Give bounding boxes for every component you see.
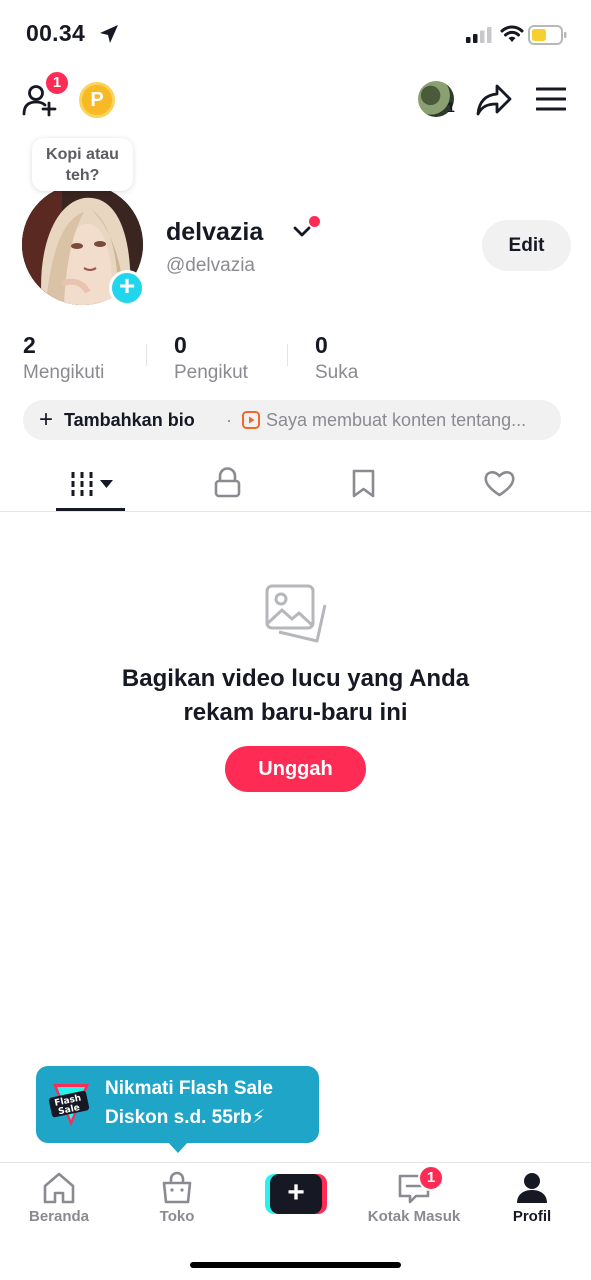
lock-icon	[214, 467, 241, 498]
nav-profile[interactable]: Profil	[473, 1163, 591, 1227]
cellular-signal-icon	[466, 27, 492, 43]
account-count: 1	[447, 99, 455, 115]
nav-label: Toko	[159, 1208, 195, 1225]
location-arrow-icon	[100, 25, 118, 43]
stat-divider	[146, 344, 147, 366]
video-grid-icon	[71, 472, 113, 496]
create-button[interactable]: +	[265, 1174, 327, 1214]
stat-followers[interactable]: 0 Pengikut	[174, 332, 248, 384]
stat-label: Pengikut	[174, 362, 248, 383]
stat-likes[interactable]: 0 Suka	[315, 332, 358, 384]
profile-icon	[517, 1173, 547, 1203]
nav-label: Profil	[512, 1208, 552, 1225]
notification-dot	[309, 216, 320, 227]
bio-suggestion: Saya membuat konten tentang...	[266, 410, 527, 430]
tab-videos[interactable]	[56, 460, 125, 512]
username-handle: @delvazia	[166, 255, 255, 276]
video-play-icon	[242, 411, 260, 429]
status-time: 00.34	[26, 20, 86, 46]
flash-sale-subtitle: Diskon s.d. 55rb⚡	[105, 1107, 266, 1128]
home-indicator	[190, 1262, 401, 1268]
flash-sale-title: Nikmati Flash Sale	[105, 1078, 273, 1099]
stat-following[interactable]: 2 Mengikuti	[23, 332, 104, 384]
heart-icon	[484, 471, 515, 497]
nav-home[interactable]: Beranda	[0, 1163, 118, 1227]
tab-saved[interactable]	[329, 460, 398, 512]
wifi-icon	[500, 25, 524, 42]
upload-button[interactable]: Unggah	[225, 746, 366, 792]
tab-liked[interactable]	[465, 460, 534, 512]
friend-request-badge: 1	[44, 70, 70, 96]
bio-separator: ·	[226, 410, 232, 430]
active-tab-indicator	[56, 508, 125, 511]
banner-pointer	[167, 1141, 189, 1153]
flash-sale-icon: Flash Sale	[48, 1084, 90, 1126]
menu-icon[interactable]	[536, 87, 566, 111]
stat-divider	[287, 344, 288, 366]
status-bar: 00.34	[0, 0, 591, 66]
display-name: delvazia	[166, 218, 264, 246]
share-icon[interactable]	[475, 83, 513, 117]
empty-line-1: Bagikan video lucu yang Anda	[121, 665, 470, 692]
stat-value: 0	[315, 332, 328, 358]
empty-line-2: rekam baru-baru ini	[183, 699, 408, 726]
add-bio-label: Tambahkan bio	[64, 410, 195, 430]
nav-shop[interactable]: Toko	[118, 1163, 236, 1227]
chevron-down-icon[interactable]	[292, 225, 312, 239]
add-bio-button[interactable]: + Tambahkan bio · Saya membuat konten te…	[23, 400, 561, 440]
inbox-badge: 1	[418, 1165, 444, 1191]
empty-state-message: Bagikan video lucu yang Anda rekam baru-…	[0, 662, 591, 730]
create-plus-icon: +	[270, 1174, 322, 1214]
stat-label: Suka	[315, 362, 359, 383]
add-avatar-button[interactable]: +	[109, 270, 145, 306]
plus-icon: +	[39, 406, 54, 433]
stat-label: Mengikuti	[23, 362, 105, 383]
edit-profile-button[interactable]: Edit	[482, 220, 571, 271]
stat-value: 2	[23, 332, 36, 358]
coin-icon[interactable]: P	[79, 82, 115, 118]
status-note-bubble[interactable]: Kopi atau teh?	[32, 138, 133, 191]
stat-value: 0	[174, 332, 187, 358]
bookmark-icon	[352, 469, 375, 498]
shop-icon	[162, 1171, 192, 1204]
top-action-bar: 1 P 1	[0, 70, 591, 130]
nav-label: Beranda	[28, 1208, 90, 1225]
battery-icon	[528, 25, 567, 45]
flash-sale-banner[interactable]: Flash Sale Nikmati Flash Sale Diskon s.d…	[36, 1066, 319, 1143]
nav-label: Kotak Masuk	[367, 1208, 461, 1225]
home-icon	[43, 1172, 75, 1204]
tab-private[interactable]	[193, 460, 262, 512]
nav-inbox[interactable]: Kotak Masuk	[355, 1163, 473, 1227]
photo-stack-icon	[265, 584, 327, 643]
content-tabs	[0, 460, 591, 512]
